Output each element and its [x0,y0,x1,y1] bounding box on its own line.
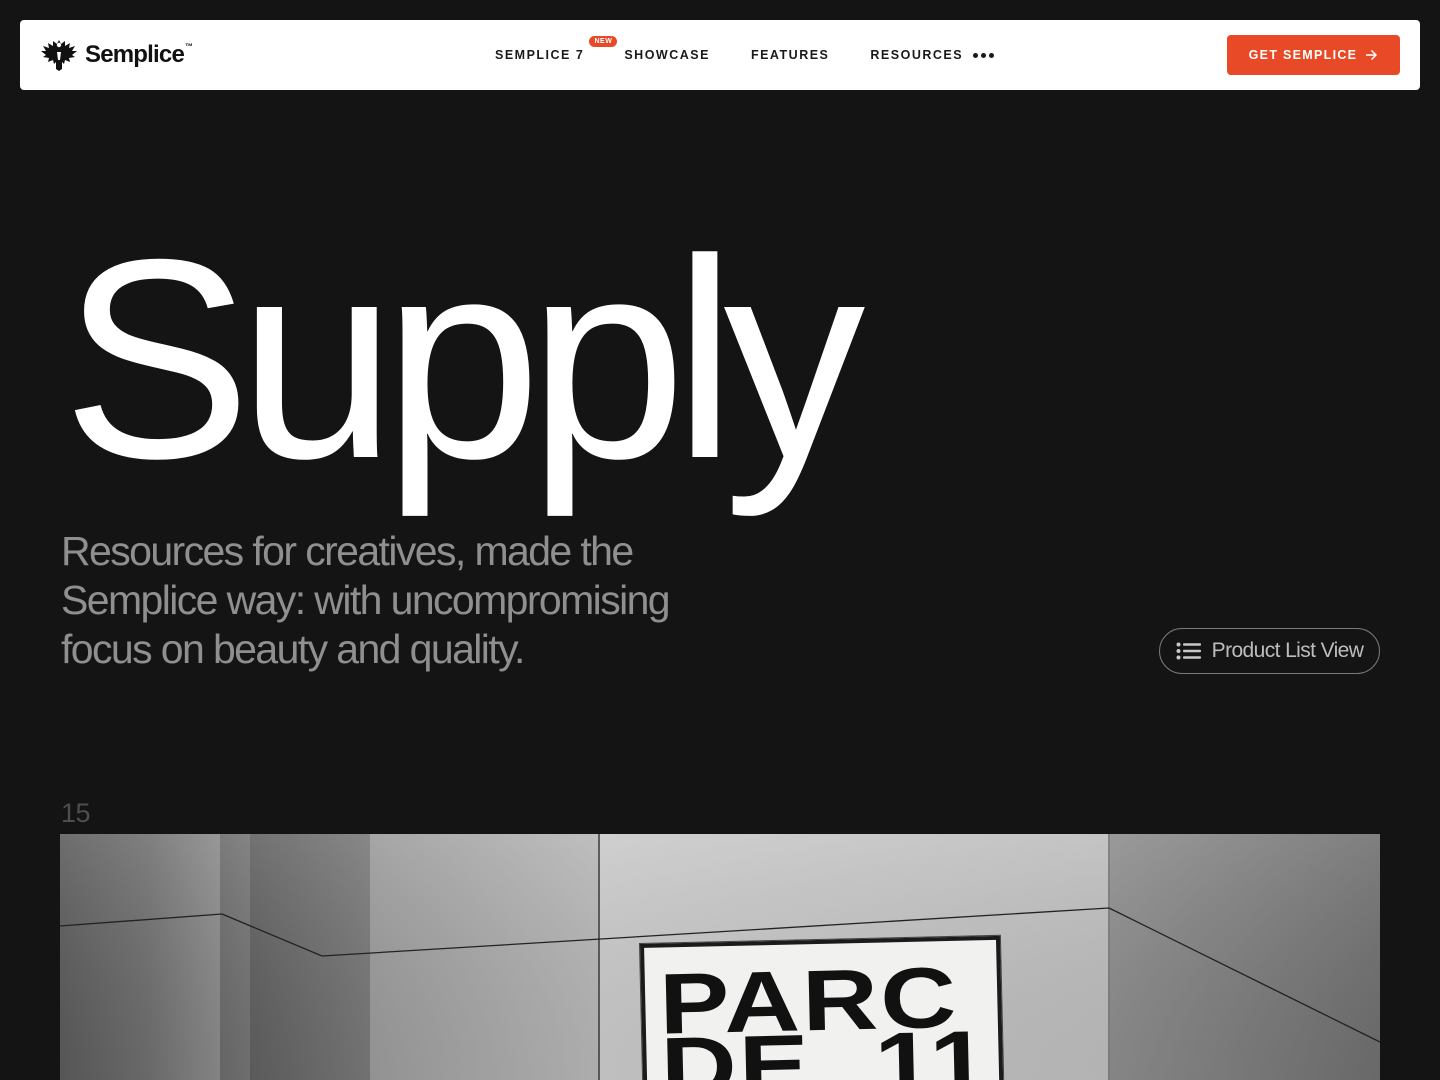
list-view-label: Product List View [1211,639,1364,662]
main-navigation: SEMPLICE 7 NEW SHOWCASE FEATURES RESOURC… [495,20,995,90]
nav-item-resources[interactable]: RESOURCES [870,48,963,62]
new-badge: NEW [589,36,618,47]
brand-name: Semplice [85,41,185,68]
list-icon [1176,642,1201,660]
product-poster: PARC DE .11 [640,935,1004,1080]
brand-logo[interactable]: Semplice ™ [40,37,193,73]
dot [989,52,995,58]
product-count: 15 [61,798,91,828]
cta-label: GET SEMPLICE [1248,48,1358,62]
more-dots-icon[interactable] [973,52,995,58]
nav-item-showcase[interactable]: SHOWCASE [624,48,710,62]
product-list-view-button[interactable]: Product List View [1159,628,1380,674]
nav-item-features[interactable]: FEATURES [751,48,829,62]
get-semplice-button[interactable]: GET SEMPLICE [1227,35,1400,75]
top-navbar: Semplice ™ SEMPLICE 7 NEW SHOWCASE FEATU… [20,20,1420,90]
dot [973,52,979,58]
nav-item-label: SEMPLICE 7 [495,48,585,62]
arrow-right-icon [1366,49,1378,61]
hero-subtitle: Resources for creatives, made the Sempli… [61,528,671,672]
eagle-crest-icon [41,40,77,71]
product-card-image[interactable]: PARC DE .11 [60,834,1380,1080]
poster-text-line-2: DE .11 [659,1013,992,1080]
nav-item-semplice-7[interactable]: SEMPLICE 7 NEW [495,36,618,62]
trademark-symbol: ™ [185,41,193,51]
dot [981,52,987,58]
page-title: Supply [62,201,865,518]
